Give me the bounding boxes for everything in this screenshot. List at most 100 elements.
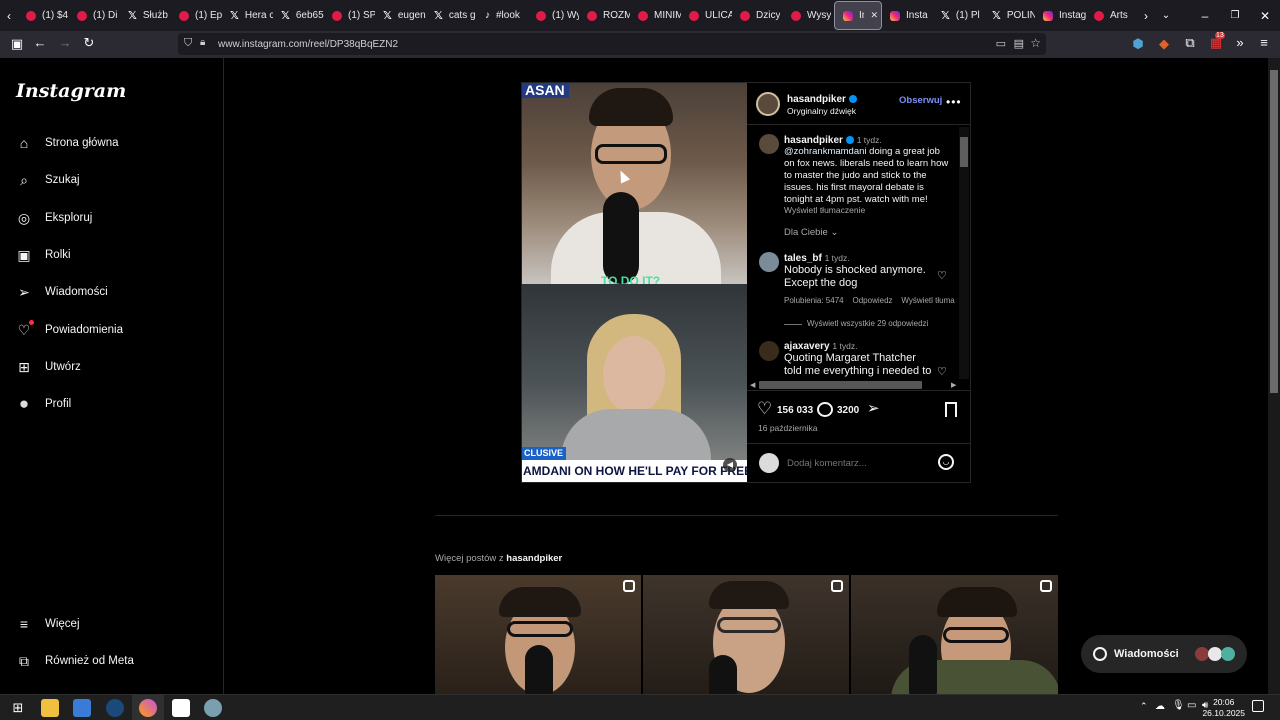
sidebar-item-meta[interactable]: ⧉ Również od Meta (16, 648, 206, 674)
extension-fox-icon[interactable]: ◆ (1157, 36, 1171, 52)
onedrive-icon[interactable]: ☁ (1155, 701, 1165, 712)
sidebar-item-heart[interactable]: ♡ Powiadomienia (16, 317, 206, 343)
taskbar-clock[interactable]: 20:06 26.10.2025 (1202, 697, 1245, 719)
instagram-logo[interactable]: Instagram (16, 80, 126, 102)
page-scrollbar[interactable] (1268, 58, 1280, 694)
browser-tab[interactable]: (1) Di (69, 1, 120, 30)
extension-shield-icon[interactable]: ⬢ (1131, 36, 1145, 52)
author-name[interactable]: hasandpiker (787, 94, 857, 105)
comments-scrollbar-thumb[interactable] (960, 137, 968, 167)
browser-tab[interactable]: (1) Wy (528, 1, 579, 30)
browser-tab[interactable]: Instag (1035, 1, 1086, 30)
like-heart-icon[interactable]: ♡ (757, 399, 772, 419)
browser-tab[interactable]: Dzicy (732, 1, 783, 30)
comment-author[interactable]: tales_bf 1 tydz. (784, 253, 850, 264)
notifications-icon[interactable] (1252, 700, 1264, 712)
browser-tab[interactable]: (1) SP (324, 1, 375, 30)
more-post-thumbnail[interactable] (851, 575, 1058, 694)
caption-avatar[interactable] (759, 134, 779, 154)
tray-overflow-icon[interactable]: ⌃ (1140, 701, 1148, 712)
forward-button[interactable]: → (57, 35, 73, 50)
comment-reply-link[interactable]: Odpowiedz (853, 296, 893, 305)
browser-tab[interactable]: 𝕏 POLIN (984, 1, 1035, 30)
notion-icon[interactable] (172, 699, 190, 717)
app-icon[interactable] (204, 699, 222, 717)
bookmark-star-icon[interactable]: ☆ (1030, 36, 1041, 50)
comment-author[interactable]: ajaxavery 1 tydz. (784, 341, 857, 352)
back-button[interactable]: ← (32, 35, 48, 50)
tab-scroll-right-button[interactable]: › (1137, 9, 1155, 23)
browser-tab[interactable]: Arts (1086, 1, 1137, 30)
minimize-button[interactable]: – (1190, 9, 1220, 23)
microphone-tray-icon[interactable]: 🎙︎ (1172, 700, 1185, 711)
browser-tab[interactable]: ROZM (579, 1, 630, 30)
follow-button[interactable]: Obserwuj (899, 95, 942, 106)
sidebar-item-home[interactable]: ⌂ Strona główna (16, 130, 206, 156)
browser-tab[interactable]: (1) Ep (171, 1, 222, 30)
lock-icon[interactable]: 🔒︎ (200, 37, 205, 48)
windows-start-icon[interactable]: ⊞ (9, 699, 27, 717)
list-all-tabs-button[interactable]: ⌄ (1155, 10, 1177, 21)
file-explorer-icon[interactable] (41, 699, 59, 717)
sidebar-item-menu[interactable]: ≡ Więcej (16, 611, 206, 637)
sidebar-item-send[interactable]: ➢ Wiadomości (16, 279, 206, 305)
browser-tab[interactable]: 𝕏eugen (375, 1, 426, 30)
mention-link[interactable]: @zohrankmamdani (784, 146, 867, 157)
browser-tab[interactable]: 𝕏 Służb (120, 1, 171, 30)
more-posts-author-link[interactable]: hasandpiker (506, 553, 562, 564)
address-bar[interactable]: ⛉ 🔒︎ www.instagram.com/reel/DP38qBqEZN2 … (178, 33, 1046, 55)
sidebar-item-plus-square[interactable]: ⊞ Utwórz (16, 354, 206, 380)
picture-in-picture-icon[interactable]: ▭ (996, 37, 1006, 50)
comment-translate-link[interactable]: Wyświetl tłuma (901, 296, 954, 305)
restore-button[interactable]: ❐ (1220, 10, 1250, 21)
for-you-dropdown[interactable]: Dla Ciebie ⌄ (784, 227, 838, 238)
page-scrollbar-thumb[interactable] (1270, 70, 1278, 393)
overflow-chevron-icon[interactable]: » (1233, 35, 1247, 50)
browser-tab[interactable]: 𝕏 Hera c (222, 1, 273, 30)
close-tab-icon[interactable]: ✕ (870, 10, 878, 21)
close-window-button[interactable]: ✕ (1250, 9, 1280, 23)
hscroll-left-arrow[interactable]: ◀ (750, 381, 755, 389)
hscroll-right-arrow[interactable]: ▶ (951, 381, 956, 389)
sidebar-item-compass[interactable]: ◎ Eksploruj (16, 205, 206, 231)
emoji-icon[interactable]: ◡ (938, 454, 954, 470)
comments-hscroll-thumb[interactable] (759, 381, 922, 389)
browser-tab[interactable]: ULICA (681, 1, 732, 30)
browser-tab[interactable]: Ins ✕ (834, 1, 882, 30)
browser-tab[interactable]: (1) $4 (18, 1, 69, 30)
comment-like-heart-icon[interactable]: ♡ (937, 269, 947, 282)
control-panel-icon[interactable] (73, 699, 91, 717)
add-comment-input[interactable] (787, 455, 927, 471)
likes-count[interactable]: 156 033 (777, 405, 813, 416)
network-icon[interactable]: ▭ (1187, 700, 1196, 711)
comments-scrollbar[interactable] (959, 127, 969, 379)
extension-badge-icon[interactable]: ▦ 13 (1209, 32, 1225, 51)
reload-button[interactable]: ↻ (81, 35, 97, 51)
save-bookmark-icon[interactable] (945, 402, 957, 417)
browser-tab[interactable]: ♪ #look (477, 1, 528, 30)
browser-tab[interactable]: 𝕏cats g (426, 1, 477, 30)
messages-floating-button[interactable]: Wiadomości (1081, 635, 1247, 673)
shield-icon[interactable]: ⛉ (184, 37, 192, 50)
sidebar-item-reels[interactable]: ▣ Rolki (16, 242, 206, 268)
tab-scroll-left-button[interactable]: ‹ (0, 9, 18, 23)
more-options-icon[interactable]: ••• (946, 95, 962, 109)
share-send-icon[interactable]: ➢ (867, 399, 880, 417)
browser-tab[interactable]: 𝕏 6eb65 (273, 1, 324, 30)
reader-view-icon[interactable]: ▤ (1014, 37, 1024, 50)
browser-tab[interactable]: 𝕏 (1) Pl (933, 1, 984, 30)
sidebar-item-avatar[interactable]: ● Profil (16, 391, 206, 417)
audio-label[interactable]: Oryginalny dźwięk (787, 106, 856, 116)
comment-likes[interactable]: Polubienia: 5474 (784, 296, 844, 305)
comment-avatar[interactable] (759, 252, 779, 272)
comment-avatar[interactable] (759, 341, 779, 361)
sidebar-item-search[interactable]: ⌕ Szukaj (16, 167, 206, 193)
caption-translate-link[interactable]: Wyświetl tłumaczenie (784, 205, 865, 215)
comments-count[interactable]: 3200 (837, 405, 859, 416)
more-post-thumbnail[interactable] (435, 575, 641, 694)
view-replies-link[interactable]: Wyświetl wszystkie 29 odpowiedzi (807, 319, 928, 328)
steam-icon[interactable] (106, 699, 124, 717)
comment-bubble-icon[interactable] (817, 402, 833, 417)
caption-author[interactable]: hasandpiker 1 tydz. (784, 135, 882, 146)
more-post-thumbnail[interactable] (643, 575, 849, 694)
